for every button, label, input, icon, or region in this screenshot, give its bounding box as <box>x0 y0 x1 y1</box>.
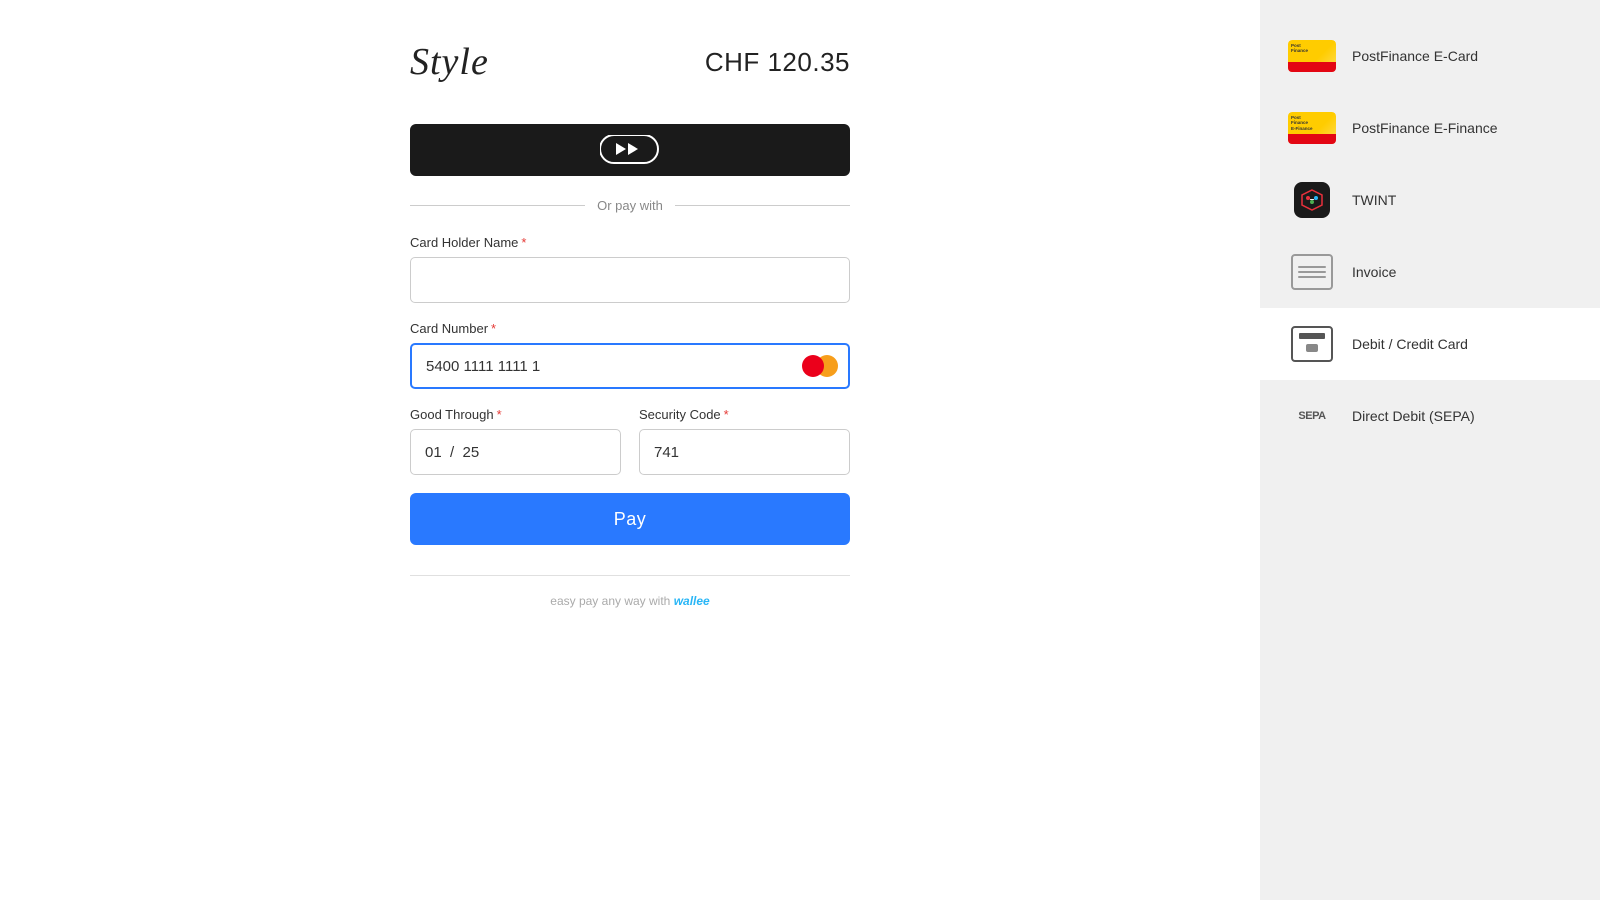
required-star-2: * <box>491 321 496 336</box>
sidebar-item-postfinance-efinance[interactable]: PostFinanceE-Finance PostFinance E-Finan… <box>1260 92 1600 164</box>
pay-button[interactable]: Pay <box>410 493 850 545</box>
required-star-4: * <box>724 407 729 422</box>
sepa-label: Direct Debit (SEPA) <box>1352 408 1475 424</box>
twint-icon: T <box>1288 182 1336 218</box>
sidebar-item-debit-credit-card[interactable]: Debit / Credit Card <box>1260 308 1600 380</box>
invoice-label: Invoice <box>1352 264 1396 280</box>
card-number-label: Card Number * <box>410 321 850 336</box>
card-holder-input[interactable] <box>410 257 850 303</box>
required-star: * <box>521 235 526 250</box>
brand-logo: Style <box>410 40 489 84</box>
card-number-field-group: Card Number * <box>410 321 850 389</box>
postfinance-efinance-label: PostFinance E-Finance <box>1352 120 1498 136</box>
amount-display: CHF 120.35 <box>705 47 850 78</box>
divider-line-left <box>410 205 585 206</box>
postfinance-ecard-label: PostFinance E-Card <box>1352 48 1478 64</box>
card-number-wrapper <box>410 343 850 389</box>
bottom-divider <box>410 575 850 576</box>
express-pay-button[interactable] <box>410 124 850 176</box>
sidebar-item-twint[interactable]: T TWINT <box>1260 164 1600 236</box>
required-star-3: * <box>497 407 502 422</box>
good-through-input[interactable] <box>410 429 621 475</box>
sidebar-item-sepa[interactable]: SEPA Direct Debit (SEPA) <box>1260 380 1600 452</box>
mastercard-icon <box>802 355 838 377</box>
postfinance-ecard-icon: PostFinance <box>1288 38 1336 74</box>
footer: easy pay any way with wallee <box>410 594 850 608</box>
card-holder-field-group: Card Holder Name * <box>410 235 850 303</box>
divider-line-right <box>675 205 850 206</box>
express-arrows-icon <box>600 135 660 165</box>
sidebar-item-invoice[interactable]: Invoice <box>1260 236 1600 308</box>
good-through-label: Good Through * <box>410 407 621 422</box>
debit-credit-card-label: Debit / Credit Card <box>1352 336 1468 352</box>
good-through-field-group: Good Through * <box>410 407 621 475</box>
security-code-input[interactable] <box>639 429 850 475</box>
header: Style CHF 120.35 <box>410 40 850 84</box>
debit-credit-card-icon <box>1288 326 1336 362</box>
expiry-security-row: Good Through * Security Code * <box>410 407 850 475</box>
card-holder-label: Card Holder Name * <box>410 235 850 250</box>
security-code-label: Security Code * <box>639 407 850 422</box>
sidebar-item-postfinance-ecard[interactable]: PostFinance PostFinance E-Card <box>1260 20 1600 92</box>
sepa-icon: SEPA <box>1288 398 1336 434</box>
form-container: Style CHF 120.35 Or pay with Card Holder… <box>410 40 850 608</box>
divider-text: Or pay with <box>597 198 663 213</box>
card-number-input[interactable] <box>410 343 850 389</box>
payment-methods-sidebar: PostFinance PostFinance E-Card PostFinan… <box>1260 0 1600 900</box>
postfinance-efinance-icon: PostFinanceE-Finance <box>1288 110 1336 146</box>
security-code-field-group: Security Code * <box>639 407 850 475</box>
invoice-icon <box>1288 254 1336 290</box>
or-pay-with-divider: Or pay with <box>410 198 850 213</box>
payment-form-area: Style CHF 120.35 Or pay with Card Holder… <box>0 0 1260 900</box>
wallee-brand: wallee <box>674 594 710 608</box>
twint-label: TWINT <box>1352 192 1396 208</box>
